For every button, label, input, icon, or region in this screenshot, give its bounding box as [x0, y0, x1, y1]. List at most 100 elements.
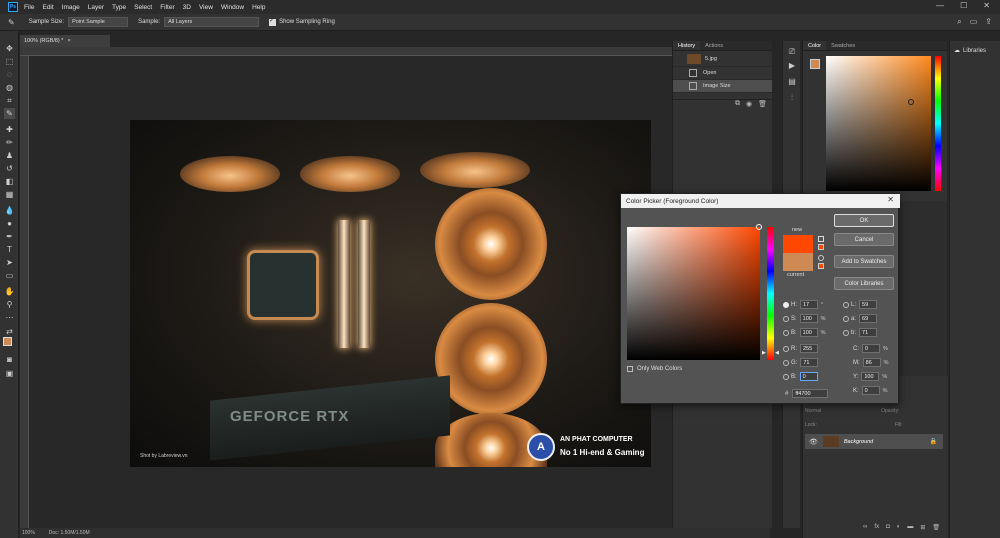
tab-color[interactable]: Color: [803, 41, 827, 50]
hue-arrow-left-icon[interactable]: ▶: [762, 350, 766, 356]
gamut-swatch[interactable]: [818, 244, 824, 250]
trash-icon[interactable]: 🗑: [932, 524, 940, 536]
eyedropper-tool-icon[interactable]: ✎: [4, 108, 15, 119]
black-input[interactable]: 0: [861, 386, 880, 395]
mask-icon[interactable]: ◘: [886, 524, 890, 536]
document-tab[interactable]: 100% (RGB/8) * ×: [20, 35, 110, 47]
brightness-radio[interactable]: [783, 329, 789, 336]
history-item[interactable]: Image Size: [673, 80, 772, 93]
maximize-icon[interactable]: ☐: [960, 1, 967, 10]
new-layer-icon[interactable]: ⊞: [920, 524, 925, 536]
hue-input[interactable]: 17: [800, 300, 818, 309]
dialog-title-bar[interactable]: Color Picker (Foreground Color) ✕: [621, 194, 900, 208]
share-icon[interactable]: ⇪: [985, 17, 992, 27]
menu-type[interactable]: Type: [112, 4, 126, 11]
foreground-color-swatch[interactable]: [3, 337, 12, 346]
healing-tool-icon[interactable]: ✚: [4, 124, 15, 135]
eraser-tool-icon[interactable]: ◧: [4, 176, 15, 187]
show-ring-checkbox[interactable]: [269, 17, 277, 26]
add-to-swatches-button[interactable]: Add to Swatches: [834, 255, 894, 268]
gamut-warning-icon[interactable]: [818, 236, 824, 242]
history-item[interactable]: Open: [673, 67, 772, 80]
color-field-marker[interactable]: [908, 99, 914, 105]
sample-select[interactable]: All Layers: [164, 17, 260, 27]
magenta-input[interactable]: 86: [862, 358, 881, 367]
menu-select[interactable]: Select: [134, 4, 152, 11]
eye-icon[interactable]: 👁: [809, 438, 818, 446]
cyan-input[interactable]: 0: [862, 344, 880, 353]
lightness-input[interactable]: 59: [859, 300, 878, 309]
color-field-marker[interactable]: [756, 224, 762, 230]
brightness-input[interactable]: 100: [799, 328, 818, 337]
zoom-tool-icon[interactable]: ⚲: [4, 299, 15, 310]
pen-tool-icon[interactable]: ✒: [4, 231, 15, 242]
menu-view[interactable]: View: [199, 4, 213, 11]
blue-radio[interactable]: [783, 373, 789, 380]
zoom-level[interactable]: 100%: [22, 530, 35, 536]
eyedropper-icon[interactable]: ✎: [8, 18, 15, 27]
more-tools-icon[interactable]: ⋯: [4, 312, 15, 323]
menu-3d[interactable]: 3D: [183, 4, 191, 11]
b-radio[interactable]: [843, 329, 849, 336]
saturation-input[interactable]: 100: [799, 314, 818, 323]
screen-mode-icon[interactable]: ▣: [4, 368, 15, 379]
blend-mode[interactable]: Normal Opacity:: [805, 406, 899, 416]
current-color-swatch[interactable]: [783, 253, 813, 271]
marquee-tool-icon[interactable]: ⬚: [4, 56, 15, 67]
quick-mask-icon[interactable]: ◙: [4, 354, 15, 365]
menu-window[interactable]: Window: [221, 4, 244, 11]
color-field[interactable]: [826, 56, 931, 191]
only-web-colors-checkbox[interactable]: [627, 366, 633, 372]
menu-image[interactable]: Image: [62, 4, 80, 11]
green-input[interactable]: 71: [800, 358, 819, 367]
menu-file[interactable]: File: [24, 4, 34, 11]
sample-size-select[interactable]: Point Sample: [68, 17, 129, 27]
menu-edit[interactable]: Edit: [42, 4, 53, 11]
camera-icon[interactable]: ◉: [746, 100, 752, 109]
ruler-vertical[interactable]: [20, 56, 29, 528]
hue-slider[interactable]: [935, 56, 941, 191]
close-tab-icon[interactable]: ×: [67, 38, 70, 44]
lock-icon[interactable]: 🔒: [930, 438, 937, 445]
search-icon[interactable]: ⌕: [957, 17, 961, 27]
brush-tool-icon[interactable]: ✏: [4, 137, 15, 148]
green-radio[interactable]: [783, 359, 789, 366]
menu-filter[interactable]: Filter: [160, 4, 174, 11]
hand-tool-icon[interactable]: ✋: [4, 286, 15, 297]
workspace-icon[interactable]: ▭: [970, 17, 978, 27]
close-icon[interactable]: ✕: [887, 195, 894, 204]
actions-panel-icon[interactable]: ▶: [787, 61, 797, 71]
menu-help[interactable]: Help: [252, 4, 265, 11]
minimize-icon[interactable]: —: [936, 1, 944, 10]
adjustments-panel-icon[interactable]: ⫶: [787, 93, 797, 103]
lasso-tool-icon[interactable]: ◌: [4, 69, 15, 80]
move-tool-icon[interactable]: ✥: [4, 43, 15, 54]
crop-tool-icon[interactable]: ⌗: [4, 95, 15, 106]
saturation-radio[interactable]: [783, 315, 789, 322]
dodge-tool-icon[interactable]: ●: [4, 218, 15, 229]
hue-radio[interactable]: [783, 301, 789, 308]
a-radio[interactable]: [843, 315, 849, 322]
cancel-button[interactable]: Cancel: [834, 233, 894, 246]
swap-colors-icon[interactable]: ⇄: [4, 326, 15, 337]
b-input[interactable]: 71: [859, 328, 878, 337]
history-snapshot[interactable]: 5.jpg: [673, 51, 772, 67]
fx-icon[interactable]: fx: [874, 524, 879, 536]
menu-layer[interactable]: Layer: [88, 4, 104, 11]
tab-actions[interactable]: Actions: [700, 41, 728, 50]
libraries-button[interactable]: ☁ Libraries: [954, 47, 986, 55]
tab-swatches[interactable]: Swatches: [826, 41, 860, 50]
type-tool-icon[interactable]: T: [4, 244, 15, 255]
folder-icon[interactable]: ▬: [907, 524, 913, 536]
gradient-tool-icon[interactable]: ▦: [4, 189, 15, 200]
stamp-tool-icon[interactable]: ♟: [4, 150, 15, 161]
blue-input[interactable]: 0: [799, 372, 818, 381]
document-image[interactable]: GEFORCE RTX Shot by Labreview.vn A AN PH…: [130, 120, 651, 467]
adjustment-icon[interactable]: ◐: [897, 524, 901, 536]
web-safe-swatch[interactable]: [818, 263, 824, 269]
red-input[interactable]: 255: [800, 344, 818, 353]
properties-panel-icon[interactable]: ▤: [787, 77, 797, 87]
new-document-icon[interactable]: ⧉: [735, 100, 740, 109]
hue-arrow-right-icon[interactable]: ◀: [775, 350, 779, 356]
lightness-radio[interactable]: [843, 301, 849, 308]
